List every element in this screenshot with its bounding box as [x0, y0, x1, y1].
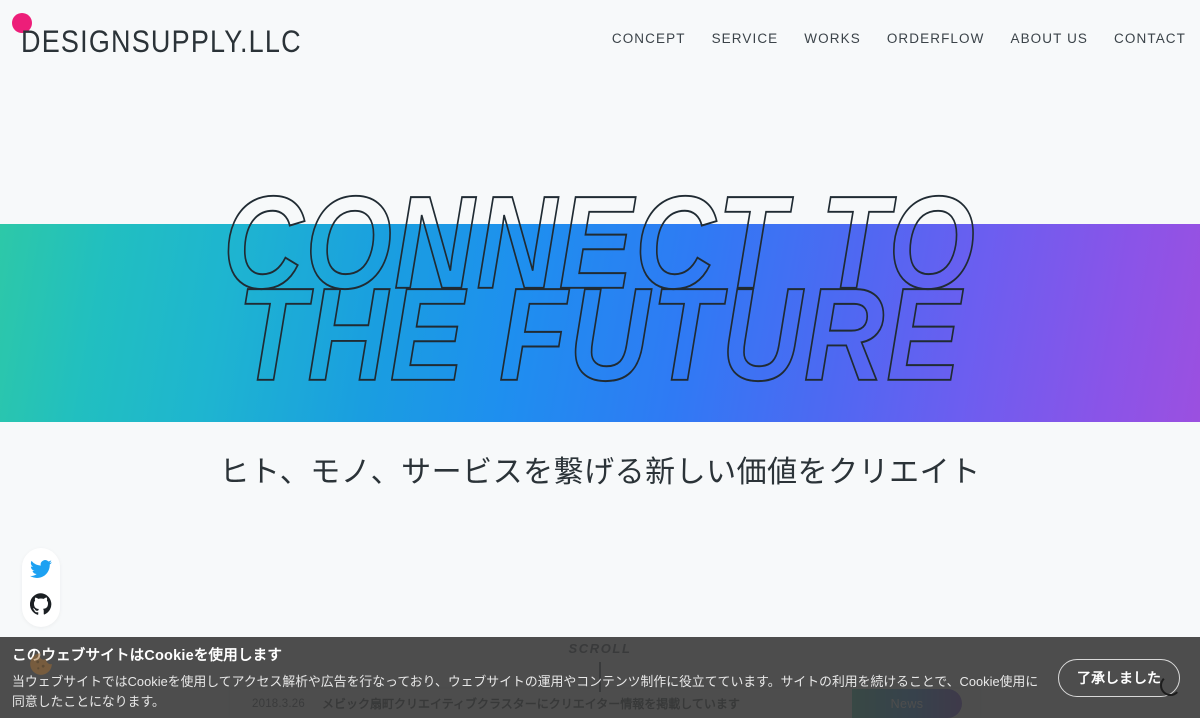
cookie-text-block: このウェブサイトはCookieを使用します 当ウェブサイトではCookieを使用… [0, 644, 1058, 712]
twitter-icon[interactable] [30, 558, 52, 580]
site-logo[interactable]: DESIGNSUPPLY.LLC [12, 13, 302, 60]
nav-item-works[interactable]: WORKS [791, 25, 874, 52]
cookie-title: このウェブサイトはCookieを使用します [12, 647, 283, 664]
nav-item-orderflow[interactable]: ORDERFLOW [874, 25, 998, 52]
social-links-rail [22, 548, 60, 627]
page-root: DESIGNSUPPLY.LLC CONCEPT SERVICE WORKS O… [0, 0, 1200, 718]
nav-item-about-us[interactable]: ABOUT US [997, 25, 1101, 52]
nav-item-service[interactable]: SERVICE [699, 25, 792, 52]
nav-item-concept[interactable]: CONCEPT [599, 25, 699, 52]
site-header: DESIGNSUPPLY.LLC CONCEPT SERVICE WORKS O… [0, 0, 1200, 72]
hero-gradient-band [0, 224, 1200, 422]
nav-item-contact[interactable]: CONTACT [1101, 25, 1186, 52]
loading-spinner-icon [1160, 675, 1181, 696]
cookie-consent-banner: このウェブサイトはCookieを使用します 当ウェブサイトではCookieを使用… [0, 637, 1200, 718]
logo-text: DESIGNSUPPLY.LLC [21, 23, 302, 60]
github-icon[interactable] [30, 593, 52, 615]
hero-tagline: ヒト、モノ、サービスを繋げる新しい価値をクリエイト [219, 456, 981, 489]
cookie-body: 当ウェブサイトではCookieを使用してアクセス解析や広告を行なっており、ウェブ… [12, 673, 1039, 709]
primary-navigation: CONCEPT SERVICE WORKS ORDERFLOW ABOUT US… [599, 25, 1186, 52]
